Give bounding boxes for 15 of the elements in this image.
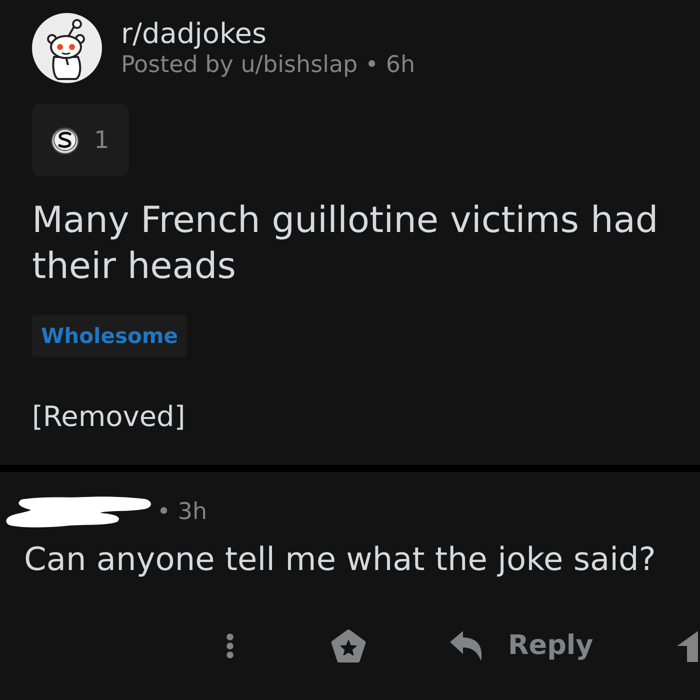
reply-arrow-icon (450, 631, 483, 661)
reply-button[interactable]: Reply (450, 626, 594, 666)
star-badge-icon[interactable] (330, 628, 367, 664)
subreddit-name[interactable]: r/dadjokes (121, 17, 416, 51)
comment-time: • 3h (157, 498, 208, 527)
post-title: Many French guillotine victims had their heads (32, 199, 660, 289)
award-count: 1 (94, 125, 110, 155)
cartoon-avatar-icon (32, 13, 102, 83)
up-arrow-icon[interactable] (676, 630, 698, 662)
post-meta: Posted by u/bishslap • 6h (121, 51, 416, 79)
comment-text: Can anyone tell me what the joke said? (24, 539, 657, 579)
post-flair: Wholesome (32, 315, 188, 357)
post-body: [Removed] (32, 399, 186, 435)
more-icon[interactable] (226, 633, 234, 659)
coin-icon (50, 125, 80, 155)
